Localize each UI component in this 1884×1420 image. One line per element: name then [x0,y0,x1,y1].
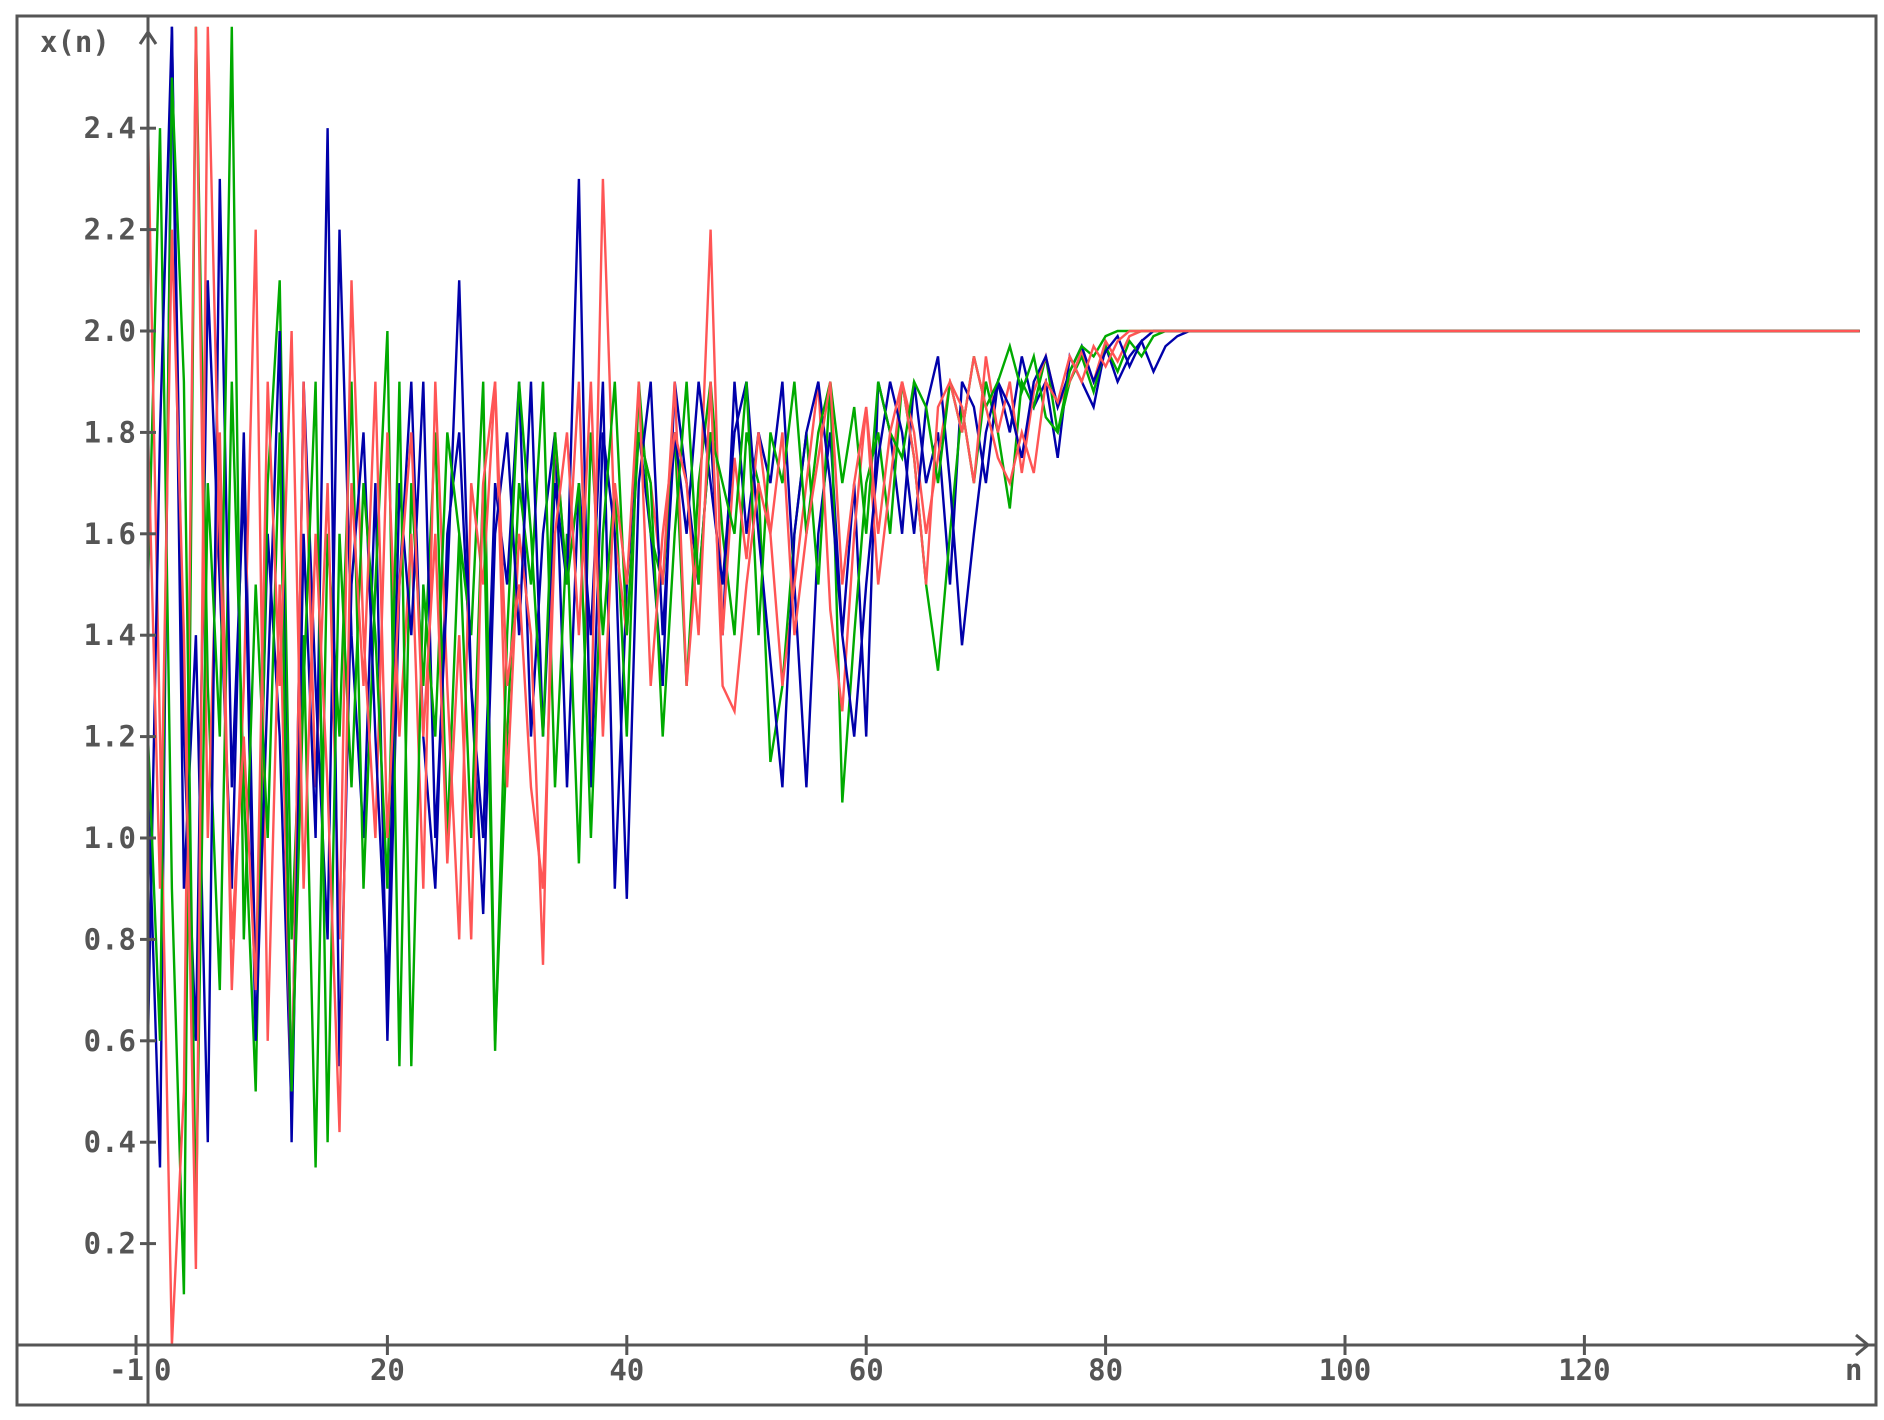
chart-frame [15,14,1878,1407]
x-tick-label: -1 [109,1353,144,1387]
y-tick-label: 0.2 [84,1227,136,1261]
chart: 0.2 0.4 0.6 0.8 1.0 1.2 1.4 1.6 1.8 2.0 2.2 2.4 -1 0 2… [15,14,1878,1407]
x-tick-label: 40 [609,1353,644,1387]
x-tick-label: 120 [1558,1353,1610,1387]
y-axis-label: x(n) [40,25,110,59]
y-tick-label: 1.6 [84,517,136,551]
y-tick-label: 1.2 [84,720,136,754]
y-tick-label: 0.4 [84,1125,136,1159]
y-tick-label: 1.0 [84,821,136,855]
x-tick-label: 60 [849,1353,884,1387]
x-tick-label: 0 [154,1353,171,1387]
y-tick-label: 0.6 [84,1024,136,1058]
x-tick-label: 100 [1319,1353,1371,1387]
y-tick-label: 2.2 [84,213,136,247]
y-tick-label: 0.8 [84,922,136,956]
x-tick-label: 20 [370,1353,405,1387]
y-tick-label: 2.0 [84,314,136,348]
series-line-blue-2 [146,26,1860,1143]
y-tick-label: 2.4 [84,111,136,145]
x-axis-label: n [1845,1353,1862,1387]
y-tick-label: 1.8 [84,415,136,449]
series-line-green-2 [146,26,1860,1219]
series-line-blue-1 [146,26,1860,1168]
series-layer [146,26,1860,1346]
y-tick-label: 1.4 [84,618,136,652]
x-tick-label: 80 [1088,1353,1123,1387]
